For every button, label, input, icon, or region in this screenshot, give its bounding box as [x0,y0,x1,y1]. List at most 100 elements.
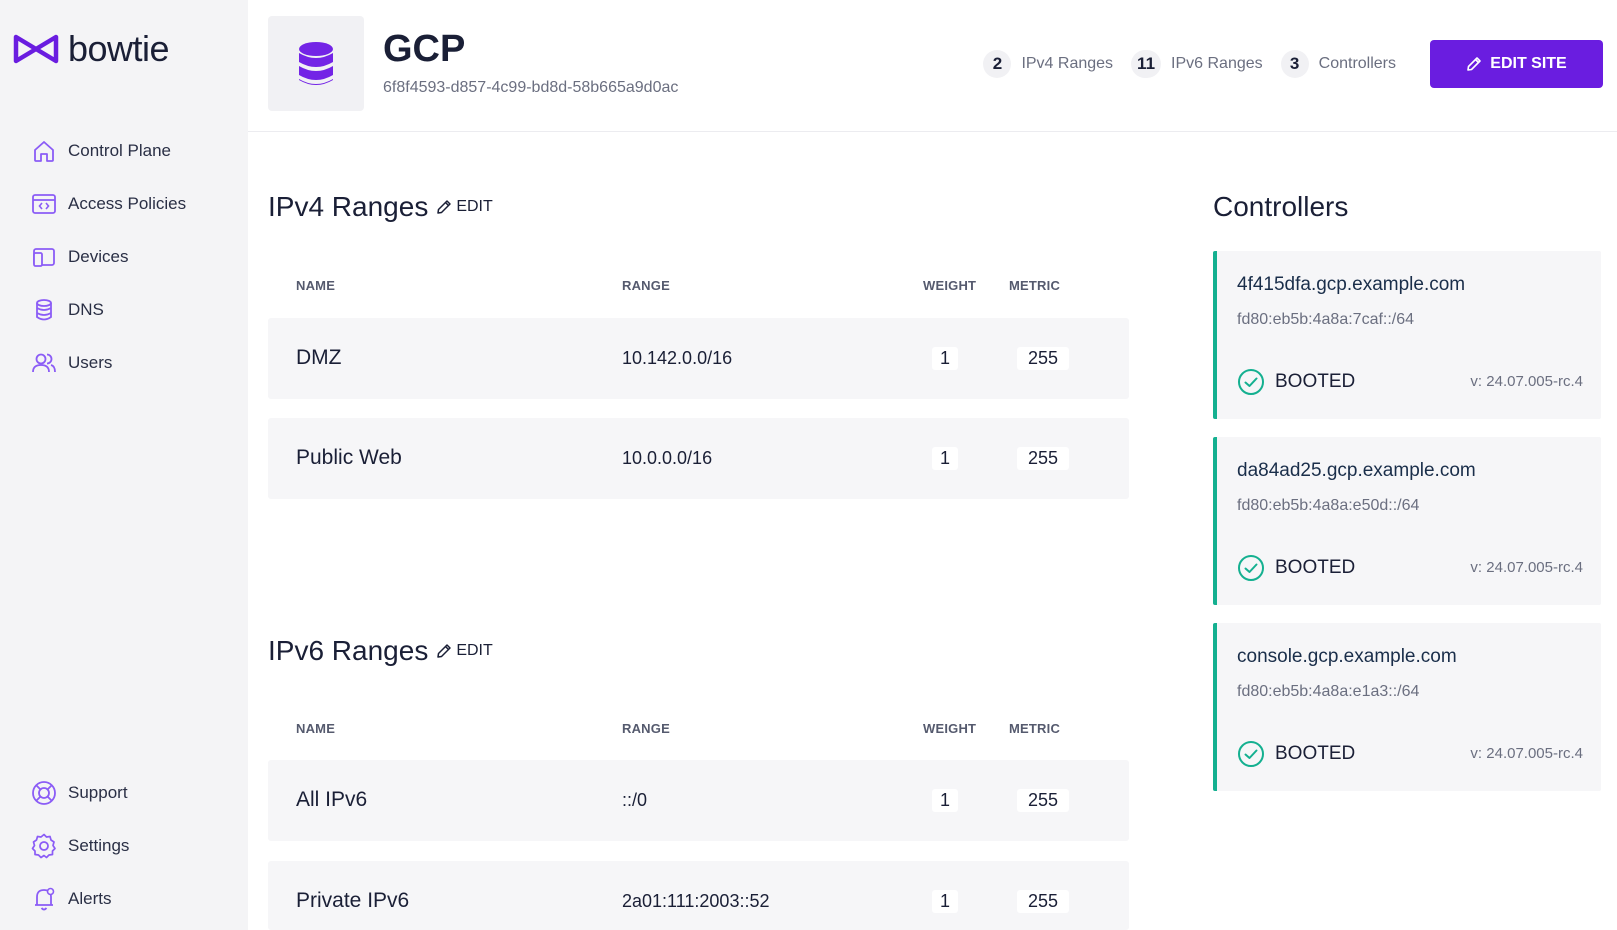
sidebar-nav-main: Control Plane Access Policies Devices DN… [30,124,240,389]
col-range: RANGE [622,278,670,293]
ipv4-section-title: IPv4 Ranges EDIT [268,191,493,223]
check-circle-icon [1238,555,1264,581]
stat-ipv4-ranges: 2 IPv4 Ranges [983,50,1113,78]
bell-icon [35,887,55,910]
site-id: 6f8f4593-d857-4c99-bd8d-58b665a9d0ac [383,79,679,96]
col-name: NAME [296,721,336,736]
controller-status: BOOTED [1237,554,1355,582]
sidebar-item-users[interactable]: Users [30,336,240,389]
range-value: 10.0.0.0/16 [622,448,713,468]
edit-label: EDIT [456,642,493,659]
controller-name: 4f415dfa.gcp.example.com [1237,274,1466,295]
sidebar-item-dns[interactable]: DNS [30,283,240,336]
sidebar-item-access-policies[interactable]: Access Policies [30,177,240,230]
stat-label: Controllers [1318,55,1396,72]
site-stats: 2 IPv4 Ranges 11 IPv6 Ranges 3 Controlle… [983,44,1414,84]
sidebar-item-control-plane[interactable]: Control Plane [30,124,240,177]
sidebar-item-label: Users [68,352,113,372]
table-row[interactable]: All IPv6 ::/0 1 255 [268,760,1129,841]
sidebar-item-label: Devices [68,246,129,266]
section-heading: Controllers [1213,191,1349,222]
database-icon [299,41,333,85]
controller-card[interactable]: 4f415dfa.gcp.example.com fd80:eb5b:4a8a:… [1213,251,1601,419]
range-name: DMZ [296,346,342,369]
metric-value: 255 [1017,890,1069,913]
controller-version: v: 24.07.005-rc.4 [1470,373,1583,390]
metric-value: 255 [1017,347,1069,370]
gear-icon [31,833,56,858]
sidebar-item-devices[interactable]: Devices [30,230,240,283]
table-row[interactable]: DMZ 10.142.0.0/16 1 255 [268,318,1129,399]
devices-icon [33,247,55,267]
controller-version: v: 24.07.005-rc.4 [1470,745,1583,762]
stat-count: 3 [1280,50,1309,78]
status-label: BOOTED [1275,557,1356,578]
col-name: NAME [296,278,336,293]
edit-label: EDIT [456,198,493,215]
pencil-icon [437,644,452,658]
controller-card[interactable]: console.gcp.example.com fd80:eb5b:4a8a:e… [1213,623,1601,791]
section-heading: IPv4 Ranges [268,191,429,222]
range-value: 2a01:111:2003::52 [622,891,770,911]
edit-site-label: EDIT SITE [1490,55,1567,72]
range-name: Private IPv6 [296,889,410,912]
sidebar-item-label: Support [68,782,128,802]
check-circle-icon [1238,741,1264,767]
logo[interactable]: bowtie [12,28,170,70]
stat-count: 11 [1131,50,1162,78]
controller-status: BOOTED [1237,368,1355,396]
database-icon [36,298,52,320]
sidebar-item-settings[interactable]: Settings [30,819,240,872]
sidebar-item-support[interactable]: Support [30,766,240,819]
edit-ipv4-button[interactable]: EDIT [436,198,493,216]
range-name: Public Web [296,446,402,469]
lifebuoy-icon [32,780,56,805]
controller-card[interactable]: da84ad25.gcp.example.com fd80:eb5b:4a8a:… [1213,437,1601,605]
home-icon [34,140,54,162]
section-heading: IPv6 Ranges [268,635,429,666]
weight-value: 1 [932,347,958,370]
stat-count: 2 [983,50,1012,78]
range-name: All IPv6 [296,788,368,811]
col-metric: METRIC [1009,721,1061,736]
sidebar-item-label: Settings [68,835,130,855]
range-value: ::/0 [622,790,648,810]
stat-ipv6-ranges: 11 IPv6 Ranges [1131,50,1263,78]
edit-site-button[interactable]: EDIT SITE [1430,40,1603,88]
site-icon-box [268,16,364,111]
col-weight: WEIGHT [923,278,977,293]
controller-address: fd80:eb5b:4a8a:e1a3::/64 [1237,683,1420,700]
weight-value: 1 [932,789,958,812]
controller-address: fd80:eb5b:4a8a:7caf::/64 [1237,311,1415,328]
policy-icon [32,193,56,214]
sidebar-item-label: DNS [68,299,104,319]
controller-version: v: 24.07.005-rc.4 [1470,559,1583,576]
pencil-icon [1467,57,1482,71]
controllers-section-title: Controllers [1213,191,1348,223]
metric-value: 255 [1017,447,1069,470]
controller-address: fd80:eb5b:4a8a:e50d::/64 [1237,497,1420,514]
sidebar-item-label: Access Policies [68,193,187,213]
table-row[interactable]: Private IPv6 2a01:111:2003::52 1 255 [268,861,1129,930]
users-icon [32,353,56,372]
page-title: GCP [383,28,466,70]
table-row[interactable]: Public Web 10.0.0.0/16 1 255 [268,418,1129,499]
stat-label: IPv4 Ranges [1021,55,1114,72]
stat-label: IPv6 Ranges [1171,55,1263,72]
status-label: BOOTED [1275,371,1356,392]
controller-name: console.gcp.example.com [1237,646,1457,667]
controller-status: BOOTED [1237,740,1355,768]
stat-controllers: 3 Controllers [1280,50,1396,78]
sidebar-item-label: Alerts [68,888,112,908]
check-circle-icon [1238,369,1264,395]
ipv6-section-title: IPv6 Ranges EDIT [268,635,493,667]
weight-value: 1 [932,447,958,470]
status-label: BOOTED [1275,743,1356,764]
sidebar-nav-secondary: Support Settings Alerts [30,766,240,925]
bowtie-logo-icon [13,34,59,64]
sidebar-item-alerts[interactable]: Alerts [30,872,240,925]
brand-name: bowtie [68,28,170,69]
pencil-icon [437,200,452,214]
range-value: 10.142.0.0/16 [622,348,733,368]
edit-ipv6-button[interactable]: EDIT [436,642,493,660]
